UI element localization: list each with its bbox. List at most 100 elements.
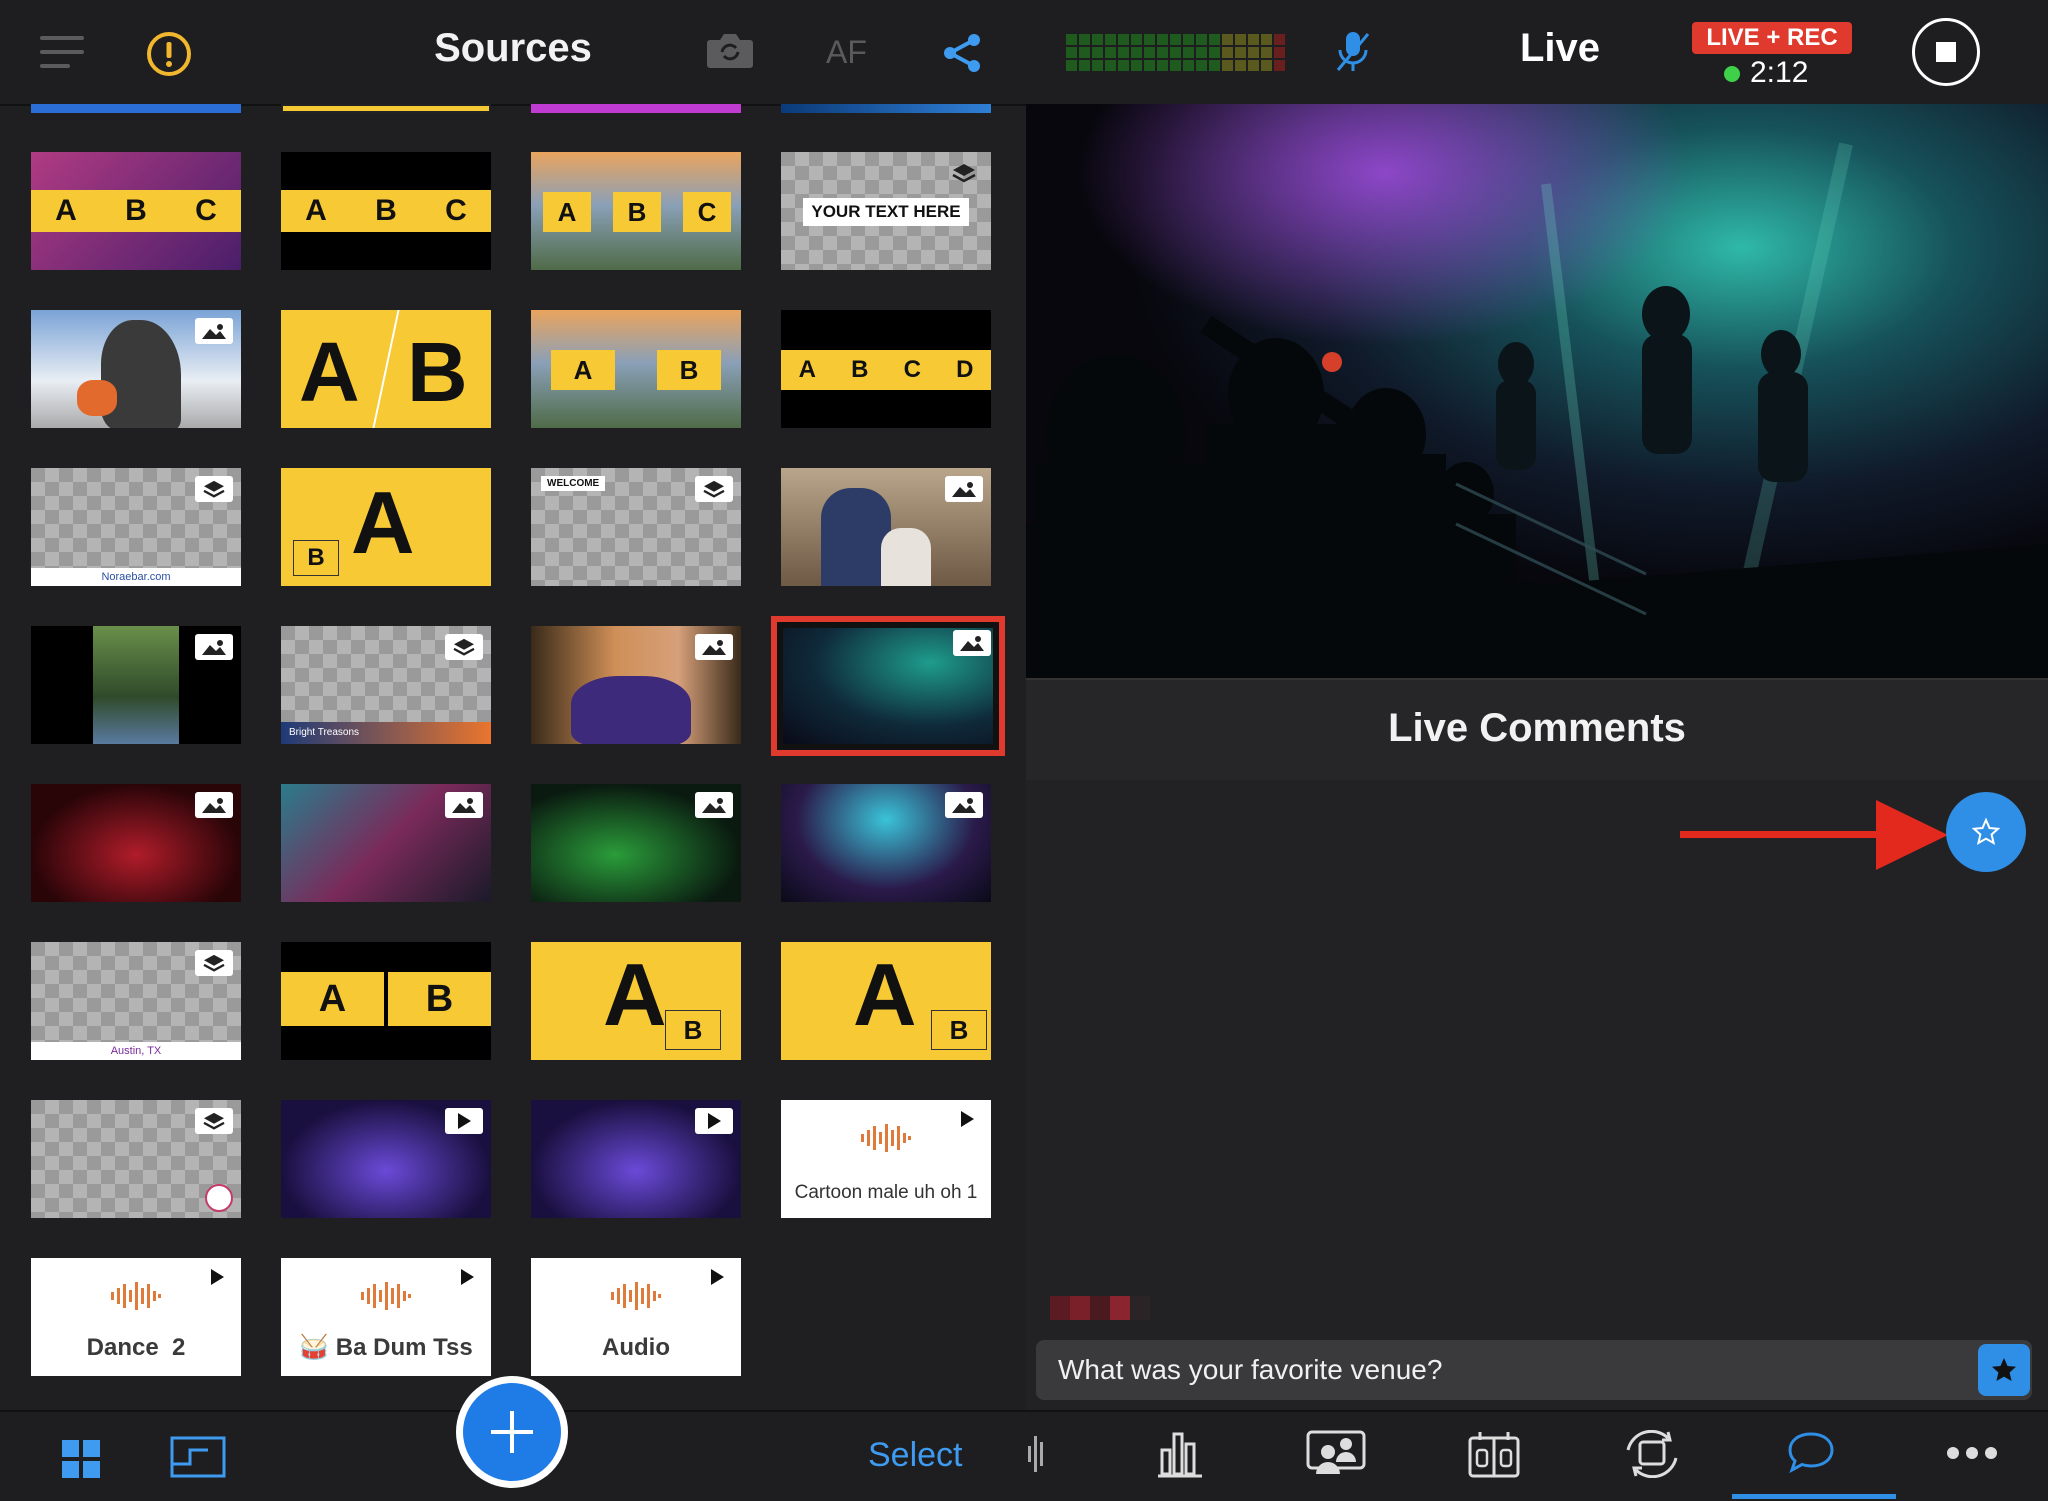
tile-letter: B [125,194,147,227]
source-tile-abc-black[interactable]: A B C [281,152,491,270]
source-tile-your-text[interactable]: YOUR TEXT HERE [781,152,991,270]
tile-letter: A [351,473,415,572]
source-tile-family-photo[interactable] [781,468,991,586]
tile-letter: A [305,194,327,227]
share-icon[interactable] [942,32,984,74]
stop-stream-button[interactable] [1912,18,1980,86]
tile-letter: C [683,192,731,232]
tile-letter: B [613,192,661,232]
source-tile[interactable] [531,104,741,113]
grid-view-icon[interactable] [62,1440,100,1478]
source-tile-bright-treasons[interactable]: Bright Treasons [281,626,491,744]
status-badge: LIVE + REC [1692,22,1852,54]
tab-comments-icon[interactable] [1786,1430,1836,1476]
play-icon [709,1268,725,1286]
source-tile[interactable] [31,104,241,113]
mic-muted-icon[interactable] [1336,30,1370,74]
add-source-button[interactable] [456,1376,568,1488]
source-tile-abc-purple[interactable]: A B C [31,152,241,270]
sources-header: Sources AF [0,0,1026,106]
page-title: Live [1520,26,1601,70]
tile-letter: B [931,1010,987,1050]
source-tile-green-stage[interactable] [531,784,741,902]
source-tile-rock-photo[interactable] [31,310,241,428]
tile-letter: A [853,945,917,1044]
tile-letter: C [195,194,217,227]
layers-icon [195,950,233,976]
layers-icon [195,1108,233,1134]
image-icon [195,792,233,818]
recording-indicator [1724,66,1740,82]
tile-letter: A [281,972,384,1026]
source-tile[interactable] [781,104,991,113]
source-tile-austin[interactable]: Austin, TX [31,942,241,1060]
tile-caption: YOUR TEXT HERE [803,198,969,226]
tile-letter: A [603,945,667,1044]
tile-caption: 🥁 Ba Dum Tss [299,1334,473,1361]
image-icon [195,318,233,344]
comment-text: What was your favorite venue? [1058,1354,1443,1385]
tile-letter: C [445,194,467,227]
tile-letter: B [375,194,397,227]
tab-stats-bar-chart-icon[interactable] [1158,1430,1202,1478]
tile-caption: Austin, TX [31,1042,241,1060]
source-tile-red-stage[interactable] [31,784,241,902]
source-tile-a-corner-b[interactable]: A B [531,942,741,1060]
source-tile-guitar[interactable] [281,784,491,902]
source-tile-welcome[interactable]: WELCOME [531,468,741,586]
feature-comment-button[interactable] [1978,1344,2030,1396]
tab-scoreboard-icon[interactable] [1468,1430,1520,1478]
source-tile-audio-ba-dum[interactable]: 🥁 Ba Dum Tss [281,1258,491,1376]
more-options-icon[interactable] [1946,1446,1998,1460]
live-toolbar [1026,1410,2048,1501]
image-icon [195,634,233,660]
tile-letter: A [543,192,591,232]
source-tile[interactable] [281,104,491,113]
tab-audio-waveform-icon[interactable] [1026,1434,1048,1474]
comment-item[interactable]: What was your favorite venue? [1036,1340,2032,1400]
commenter-avatar [1050,1296,1150,1320]
tile-caption: Noraebar.com [31,568,241,586]
tile-caption: Bright Treasons [281,722,491,744]
tile-letter: A [798,356,816,383]
tile-caption: Cartoon male uh oh 1 [794,1182,978,1203]
source-tile-audio-dance[interactable]: Dance 2 [31,1258,241,1376]
featured-comment-button[interactable] [1946,792,2026,872]
audio-level-meter [1066,34,1296,72]
source-tile-audio-uh-oh[interactable]: Cartoon male uh oh 1 [781,1100,991,1218]
source-tile-podcast-overlay[interactable] [31,1100,241,1218]
tab-switch-camera-icon[interactable] [1622,1430,1682,1478]
source-tile-concert-selected[interactable] [771,616,1005,756]
source-tile-a-corner-b-2[interactable]: A B [781,942,991,1060]
source-tile-drums-video-2[interactable] [531,1100,741,1218]
tile-letter: B [657,350,721,390]
source-tile-ab-city[interactable]: A B [531,310,741,428]
af-toggle[interactable]: AF [826,34,867,71]
tab-guests-icon[interactable] [1306,1430,1366,1478]
source-tile-abc-city[interactable]: A B C [531,152,741,270]
layers-icon [945,160,983,186]
tile-caption: Audio [602,1334,670,1361]
tile-letter: B [407,325,468,419]
tile-caption: Dance 2 [86,1334,186,1361]
source-tile-noraebar[interactable]: Noraebar.com [31,468,241,586]
source-tile-abcd[interactable]: A B C D [781,310,991,428]
source-tile-walk-photo[interactable] [31,626,241,744]
source-tile-a-slash-b[interactable]: A B [281,310,491,428]
layers-icon [195,476,233,502]
source-tile-audio[interactable]: Audio [531,1258,741,1376]
layers-icon [445,634,483,660]
tile-letter: C [903,356,921,383]
source-tile-mask-photo[interactable] [531,626,741,744]
tile-letter: D [956,356,974,383]
source-tile-drums-video[interactable] [281,1100,491,1218]
layout-view-icon[interactable] [170,1436,226,1478]
source-tile-ab-black[interactable]: A B [281,942,491,1060]
layers-icon [695,476,733,502]
waveform-icon [861,1124,911,1152]
source-tile-a-small-b[interactable]: A B [281,468,491,586]
source-tile-singer[interactable] [781,784,991,902]
select-button[interactable]: Select [868,1436,963,1475]
play-icon [959,1110,975,1128]
camera-switch-icon[interactable] [706,32,754,70]
